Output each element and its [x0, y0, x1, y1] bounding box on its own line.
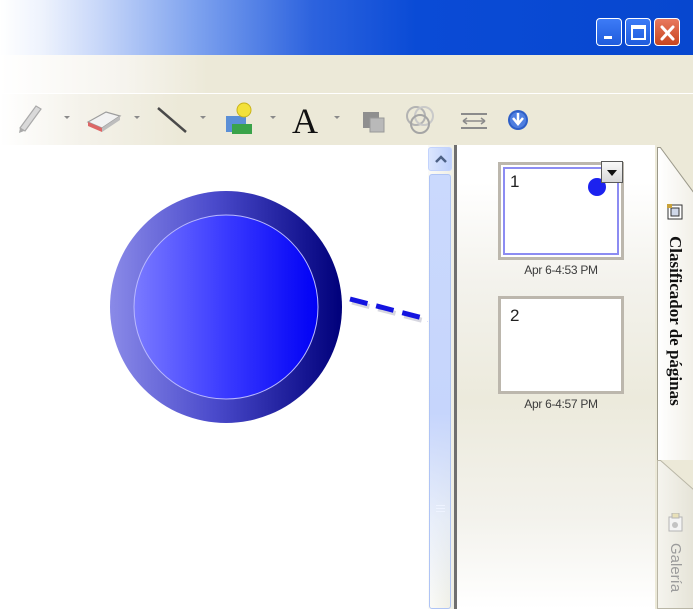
drawing-canvas[interactable] [0, 145, 455, 609]
gallery-icon [668, 513, 683, 532]
page-thumbnail-2[interactable]: 2 [498, 296, 624, 394]
pen-icon [19, 105, 42, 133]
tab-label: Galería [667, 543, 684, 593]
line-dropdown[interactable] [200, 116, 206, 119]
toolbar: A [0, 93, 693, 145]
color-wheel-icon [406, 106, 434, 134]
tab-gallery[interactable]: Galería [657, 460, 693, 609]
shapes-fill-icon [226, 102, 252, 134]
chevron-down-icon [607, 170, 617, 176]
eraser-tool[interactable] [84, 94, 146, 146]
eraser-dropdown[interactable] [134, 116, 140, 119]
arrange-tool[interactable] [360, 94, 390, 146]
scroll-thumb[interactable] [429, 174, 451, 609]
minimize-icon [604, 36, 612, 39]
arrange-icon [363, 112, 385, 133]
close-icon [660, 25, 675, 41]
chevron-up-icon [435, 155, 447, 163]
tab-label: Clasificador de páginas [666, 236, 685, 406]
thumb-grip [436, 508, 445, 509]
scroll-up-button[interactable] [428, 147, 452, 171]
maximize-icon [631, 25, 646, 40]
tab-corner [658, 147, 693, 193]
title-bar [0, 0, 693, 55]
line-icon [157, 107, 187, 133]
thumbnail-menu-button[interactable] [601, 161, 623, 183]
menu-bar [0, 55, 693, 93]
line-tool[interactable] [152, 94, 214, 146]
maximize-button[interactable] [625, 18, 651, 46]
thumb-grip [436, 511, 445, 512]
inner-circle[interactable] [133, 214, 319, 400]
fill-tool[interactable] [220, 94, 282, 146]
tab-page-sorter[interactable]: Clasificador de páginas [657, 147, 693, 462]
more-tools-button[interactable] [506, 94, 532, 146]
canvas-shapes [110, 191, 455, 423]
fill-dropdown[interactable] [270, 116, 276, 119]
page-timestamp: Apr 6-4:57 PM [524, 397, 598, 411]
thumb-grip [436, 505, 445, 506]
page-width-icon [461, 113, 487, 129]
page-timestamp: Apr 6-4:53 PM [524, 263, 598, 277]
text-icon: A [292, 101, 318, 141]
pen-tool[interactable] [14, 94, 76, 146]
page-width-tool[interactable] [458, 94, 492, 146]
page-number: 1 [510, 172, 520, 191]
close-button[interactable] [654, 18, 680, 46]
text-tool[interactable]: A [290, 94, 352, 146]
pen-dropdown[interactable] [64, 116, 70, 119]
eraser-icon [86, 111, 122, 132]
chevron-down-circle-icon [508, 110, 528, 130]
color-tool[interactable] [402, 94, 440, 146]
text-dropdown[interactable] [334, 116, 340, 119]
tab-corner [658, 460, 693, 490]
page-number: 2 [510, 306, 520, 325]
page-sorter-icon [667, 204, 683, 220]
minimize-button[interactable] [596, 18, 622, 46]
